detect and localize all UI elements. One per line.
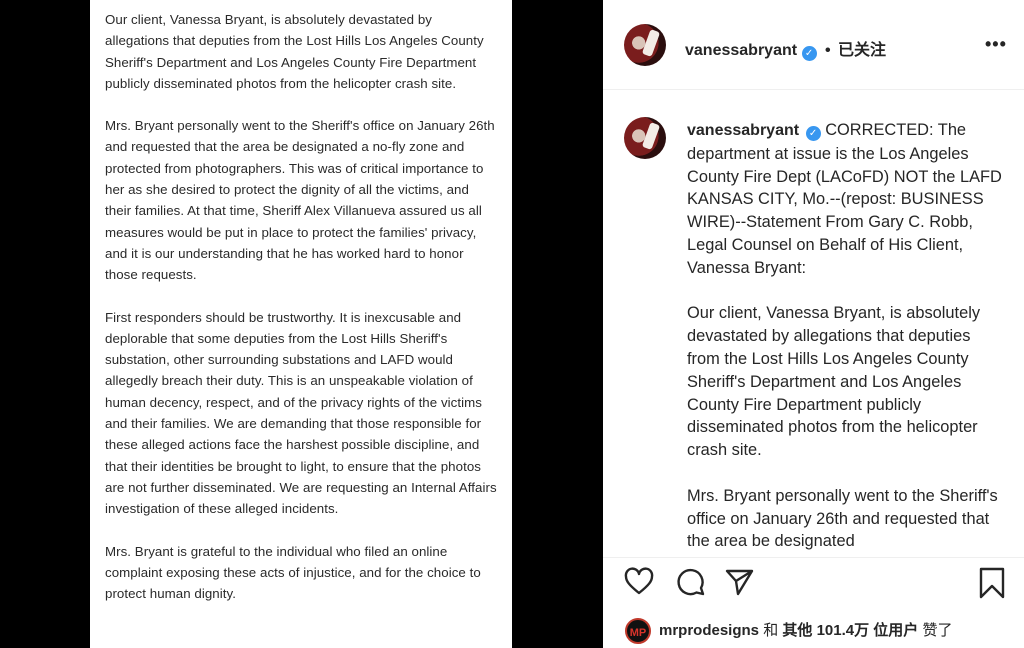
likes-liked-text: 赞了 bbox=[922, 621, 953, 639]
likes-others-label: 其他 bbox=[782, 621, 813, 639]
statement-paragraph: First responders should be trustworthy. … bbox=[105, 309, 497, 517]
more-options-icon[interactable]: ••• bbox=[985, 34, 1007, 55]
likes-count: 101.4万 bbox=[816, 621, 870, 639]
statement-paragraph: Our client, Vanessa Bryant, is absolutel… bbox=[105, 12, 484, 91]
caption-scroll-area[interactable]: vanessabryant ✓ CORRECTED: The departmen… bbox=[603, 91, 1024, 558]
statement-paragraph: Mrs. Bryant is grateful to the individua… bbox=[105, 543, 481, 602]
verified-badge-icon: ✓ bbox=[805, 126, 821, 141]
post-header: vanessabryant ✓ • 已关注 ••• bbox=[603, 0, 1024, 90]
likes-summary: MP mrprodesigns 和 其他 101.4万 位用户 赞了 bbox=[625, 618, 1020, 644]
caption-paragraph: Mrs. Bryant personally went to the Sheri… bbox=[687, 486, 998, 551]
caption-paragraph: vanessabryant ✓ CORRECTED: The departmen… bbox=[687, 119, 1003, 280]
liker-username[interactable]: mrprodesigns bbox=[659, 622, 759, 639]
caption-author-avatar[interactable] bbox=[624, 117, 666, 159]
liker-avatar[interactable]: MP bbox=[625, 618, 651, 644]
likes-users-label: 位用户 bbox=[873, 621, 919, 639]
statement-paragraph: Mrs. Bryant personally went to the Sheri… bbox=[105, 118, 495, 283]
separator-dot: • bbox=[824, 42, 831, 59]
action-bar bbox=[603, 566, 1024, 610]
post-caption: vanessabryant ✓ CORRECTED: The departmen… bbox=[687, 119, 1003, 557]
post-image-statement: Our client, Vanessa Bryant, is absolutel… bbox=[90, 0, 512, 648]
comment-icon[interactable] bbox=[675, 566, 707, 603]
likes-others-link[interactable]: 其他 101.4万 位用户 bbox=[782, 622, 918, 639]
caption-text: CORRECTED: The department at issue is th… bbox=[687, 121, 1002, 277]
heart-icon[interactable] bbox=[623, 566, 655, 603]
author-line: vanessabryant ✓ • 已关注 bbox=[685, 36, 886, 61]
bookmark-icon[interactable] bbox=[977, 566, 1007, 605]
follow-status-button[interactable]: 已关注 bbox=[838, 42, 886, 59]
caption-username[interactable]: vanessabryant bbox=[687, 122, 799, 139]
author-avatar[interactable] bbox=[624, 24, 666, 66]
author-username[interactable]: vanessabryant bbox=[685, 42, 797, 59]
post-side-panel: vanessabryant ✓ • 已关注 ••• vanessabryant … bbox=[603, 0, 1024, 648]
likes-and: 和 bbox=[763, 621, 779, 639]
verified-badge-icon: ✓ bbox=[801, 46, 817, 61]
paper-plane-icon[interactable] bbox=[723, 566, 755, 603]
caption-paragraph: Our client, Vanessa Bryant, is absolutel… bbox=[687, 304, 981, 460]
